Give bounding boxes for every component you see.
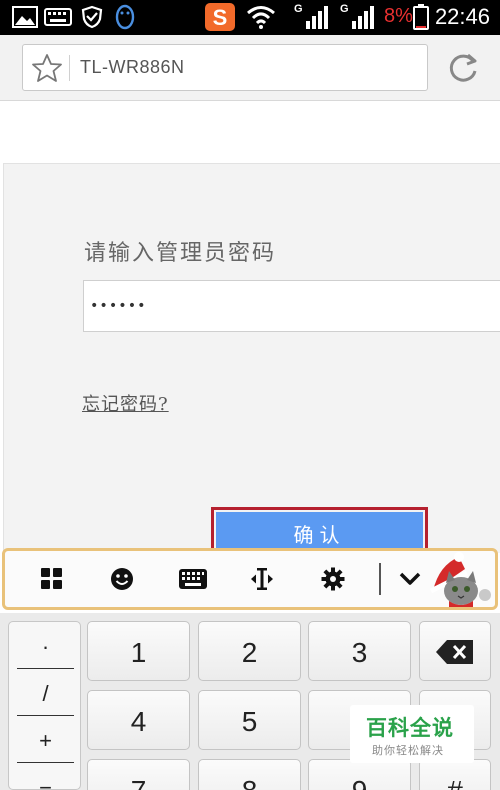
battery-icon bbox=[412, 4, 430, 30]
symbol-key[interactable]: − bbox=[17, 765, 74, 789]
address-text[interactable]: TL-WR886N bbox=[80, 57, 185, 78]
star-icon[interactable] bbox=[31, 53, 63, 83]
sogou-input-icon: S bbox=[205, 3, 235, 31]
wifi-icon bbox=[246, 5, 276, 29]
signal-type-label: G bbox=[340, 3, 349, 15]
status-bar: S G G 8% 22:46 bbox=[0, 0, 500, 35]
cat-skin-image bbox=[425, 551, 499, 607]
backspace-key[interactable] bbox=[419, 621, 491, 681]
forgot-password-link[interactable]: 忘记密码? bbox=[82, 390, 169, 416]
ime-toolbar bbox=[2, 548, 498, 610]
key-1[interactable]: 1 bbox=[87, 621, 190, 681]
hash-key[interactable]: # bbox=[419, 759, 491, 790]
password-field[interactable]: •••••• bbox=[83, 280, 500, 332]
key-9[interactable]: 9 bbox=[308, 759, 411, 790]
grid-icon[interactable] bbox=[39, 566, 65, 592]
login-panel bbox=[3, 163, 500, 553]
battery-percent: 8% bbox=[384, 5, 413, 27]
emoji-icon[interactable] bbox=[109, 566, 135, 592]
chevron-down-icon[interactable] bbox=[397, 566, 423, 592]
signal-icon: G bbox=[338, 3, 376, 29]
symbol-column[interactable]: · / + − bbox=[8, 621, 81, 790]
keyboard-icon bbox=[44, 5, 72, 29]
key-7[interactable]: 7 bbox=[87, 759, 190, 790]
symbol-key[interactable]: / bbox=[17, 671, 74, 716]
symbol-key[interactable]: + bbox=[17, 718, 74, 763]
reload-icon[interactable] bbox=[446, 51, 480, 85]
watermark-title: 百科全说 bbox=[366, 716, 454, 740]
cursor-icon[interactable] bbox=[249, 566, 275, 592]
browser-toolbar: TL-WR886N bbox=[0, 35, 500, 101]
backspace-icon bbox=[436, 640, 473, 664]
clock-time: 22:46 bbox=[434, 4, 490, 29]
symbol-key[interactable]: · bbox=[17, 624, 74, 669]
signal-type-label: G bbox=[294, 3, 303, 15]
qq-penguin-icon bbox=[113, 4, 137, 30]
image-icon bbox=[12, 5, 38, 29]
key-4[interactable]: 4 bbox=[87, 690, 190, 750]
key-2[interactable]: 2 bbox=[198, 621, 301, 681]
key-5[interactable]: 5 bbox=[198, 690, 301, 750]
shield-icon bbox=[80, 5, 104, 29]
key-3[interactable]: 3 bbox=[308, 621, 411, 681]
key-8[interactable]: 8 bbox=[198, 759, 301, 790]
watermark-subtitle: 助你轻松解决 bbox=[372, 744, 444, 757]
address-divider bbox=[69, 55, 70, 81]
password-prompt-label: 请输入管理员密码 bbox=[84, 241, 277, 266]
address-bar[interactable]: TL-WR886N bbox=[22, 44, 428, 91]
signal-icon: G bbox=[292, 3, 330, 29]
toolbar-divider bbox=[379, 563, 381, 595]
svg-text:S: S bbox=[213, 5, 228, 30]
keyboard-icon[interactable] bbox=[179, 566, 207, 592]
gear-icon[interactable] bbox=[320, 566, 346, 592]
